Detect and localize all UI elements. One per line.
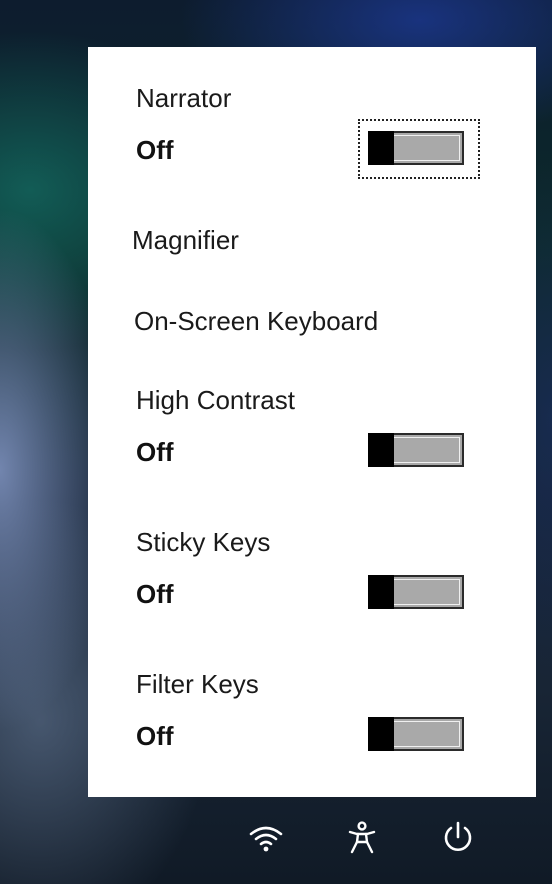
high-contrast-title: High Contrast [136,385,295,415]
sticky-keys-state: Off [136,579,174,609]
narrator-toggle-track [368,131,464,165]
wifi-icon[interactable] [246,818,286,858]
accessibility-flyout: Narrator Off Magnifier On-Screen Keyboar… [88,47,536,797]
sticky-keys-title: Sticky Keys [136,527,271,557]
narrator-toggle[interactable] [358,119,480,179]
sticky-keys-toggle[interactable] [360,565,478,621]
magnifier-item[interactable]: Magnifier [132,225,239,256]
filter-keys-toggle-thumb [368,717,394,751]
sticky-keys-toggle-track [368,575,464,609]
high-contrast-state: Off [136,437,174,467]
filter-keys-state: Off [136,721,174,751]
high-contrast-toggle-track [368,433,464,467]
high-contrast-toggle-thumb [368,433,394,467]
narrator-title: Narrator [136,83,232,113]
narrator-state: Off [136,135,174,165]
on-screen-keyboard-item[interactable]: On-Screen Keyboard [134,306,378,337]
power-icon[interactable] [438,818,478,858]
narrator-toggle-thumb [368,131,394,165]
filter-keys-title: Filter Keys [136,669,259,699]
sticky-keys-toggle-thumb [368,575,394,609]
filter-keys-toggle[interactable] [360,707,478,763]
high-contrast-toggle[interactable] [360,423,478,479]
filter-keys-toggle-track [368,717,464,751]
ease-of-access-icon[interactable] [342,818,382,858]
